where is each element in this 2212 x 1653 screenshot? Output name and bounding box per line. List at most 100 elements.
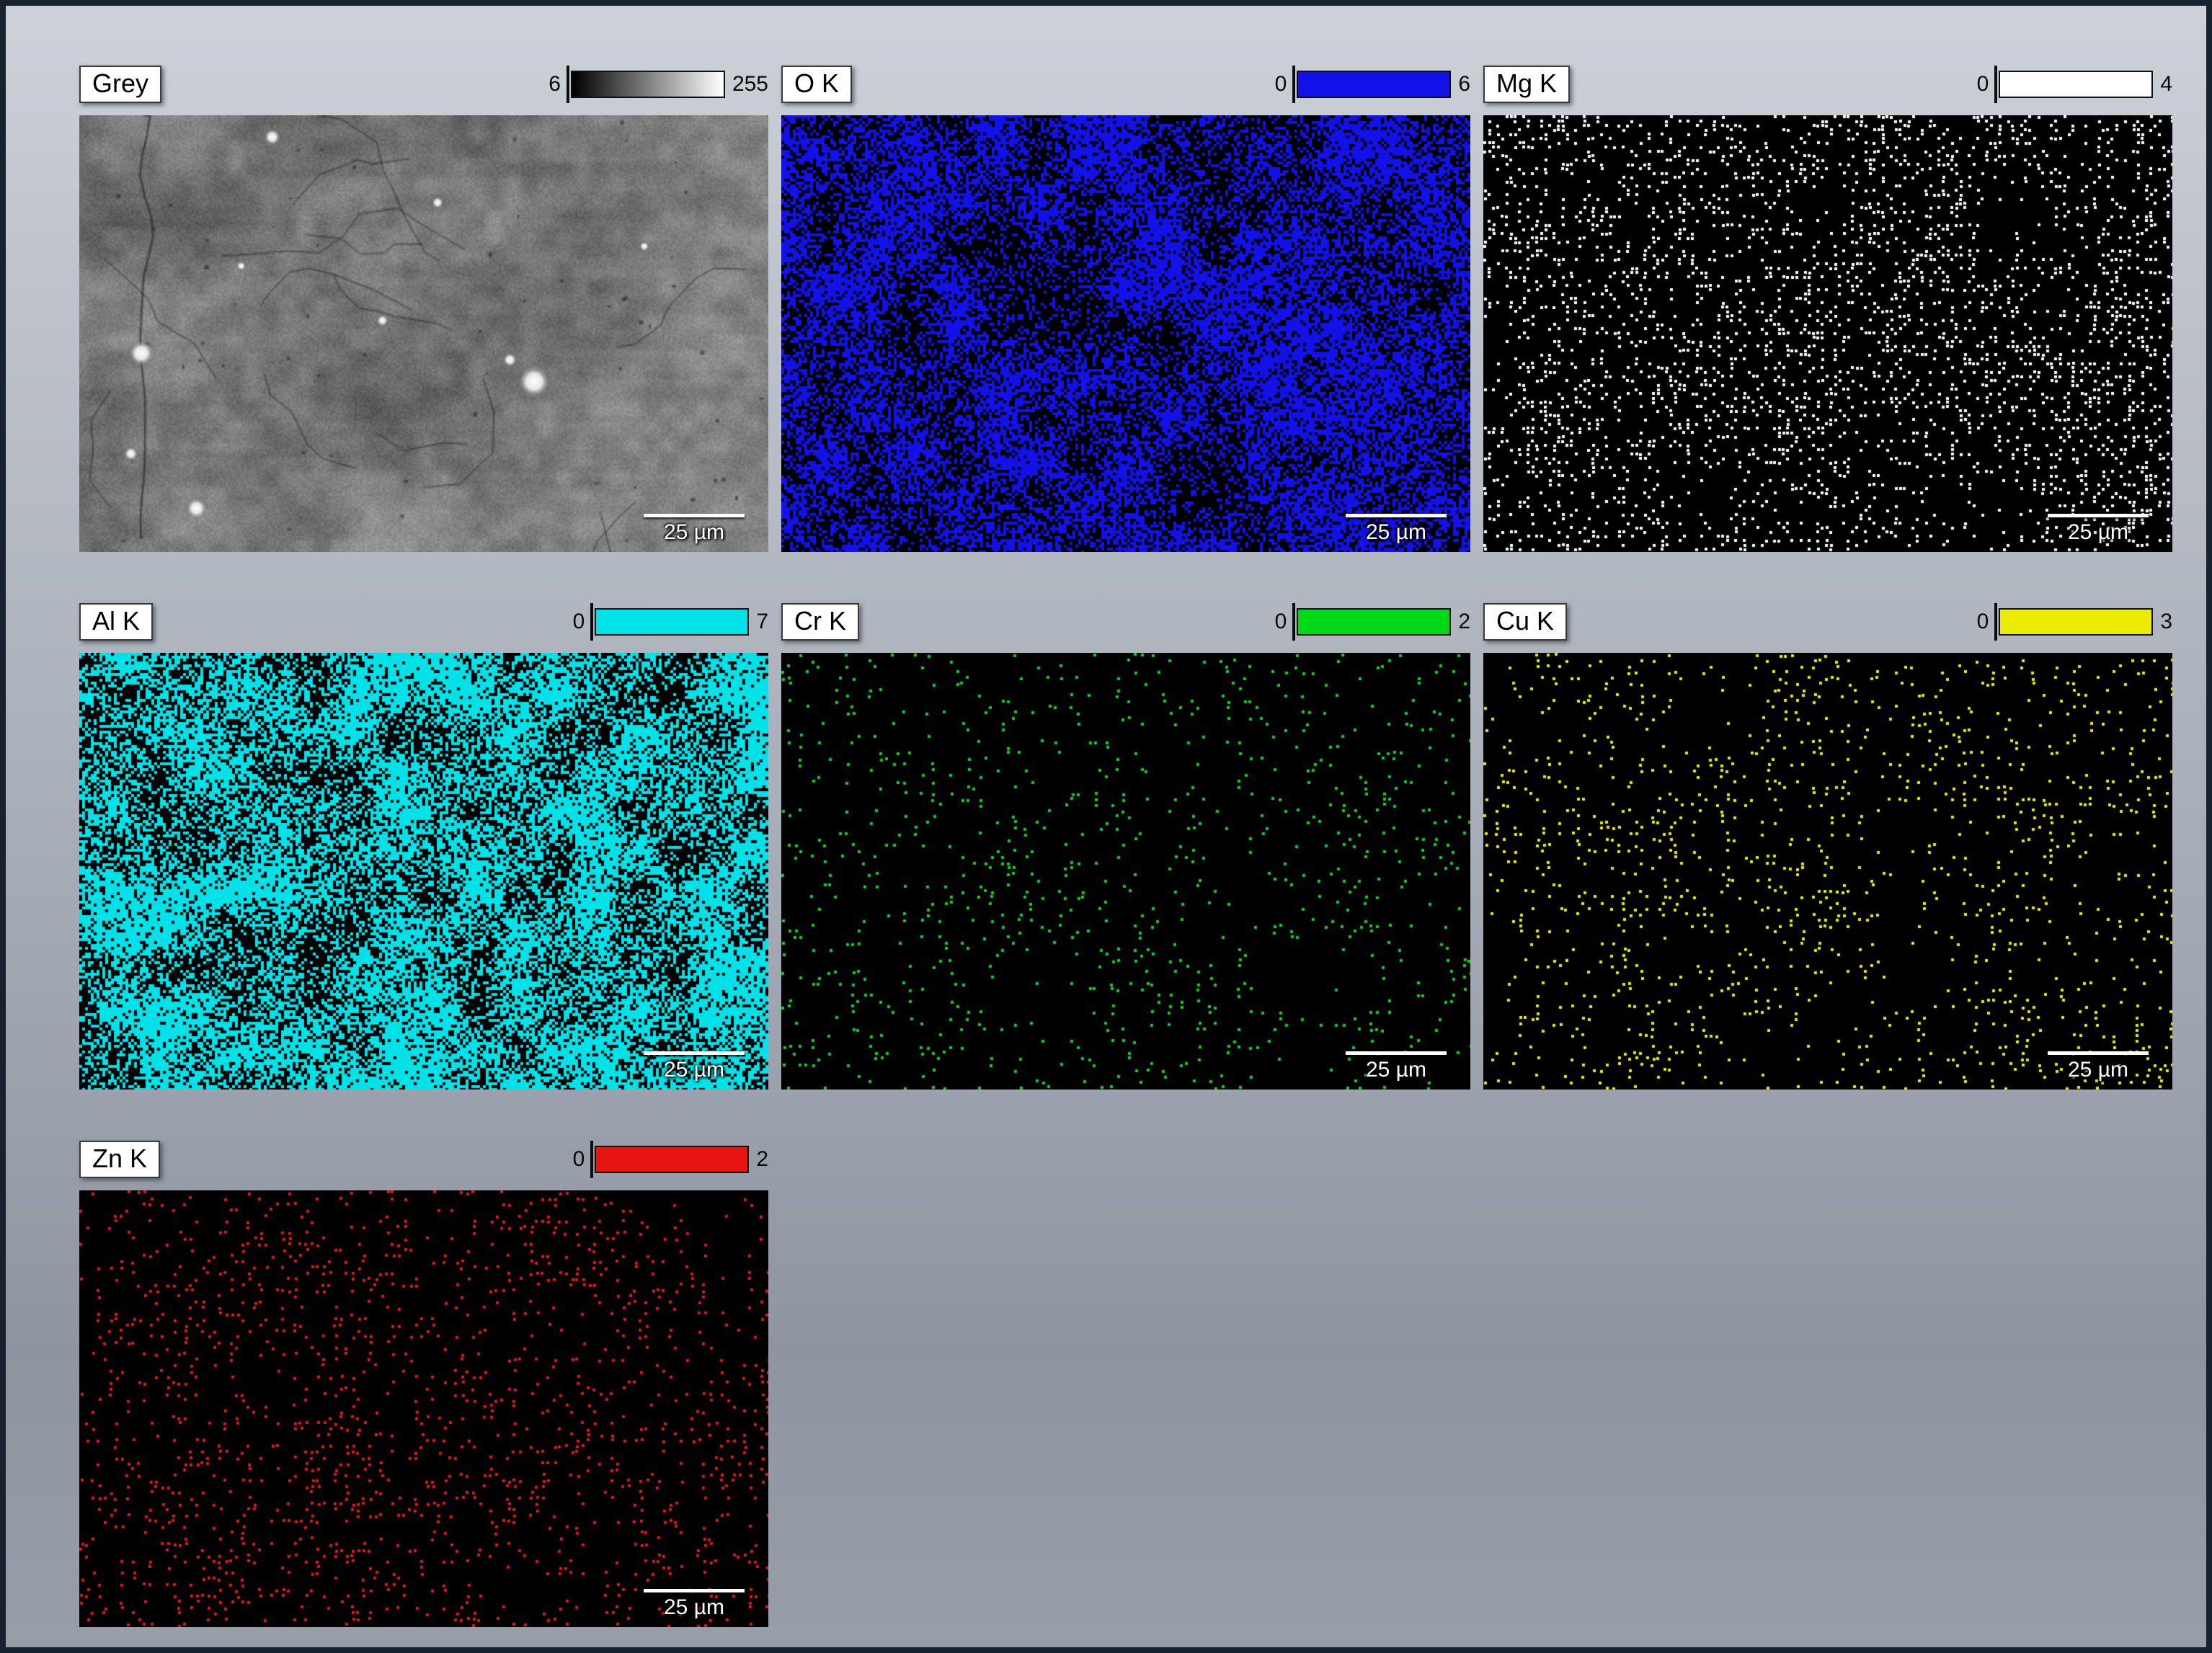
scalebar: 25 µm (1335, 1051, 1457, 1082)
map-area: 25 µm (781, 653, 1470, 1090)
colorbar-o-k (1297, 71, 1451, 98)
scalebar: 25 µm (1335, 514, 1457, 545)
map-canvas-cr-k (781, 653, 1470, 1090)
map-area: 25 µm (781, 115, 1470, 552)
colorbar-max-value: 7 (756, 610, 768, 634)
colorbar-tick (1994, 66, 1997, 103)
map-canvas-cu-k (1483, 653, 2172, 1090)
colorbar-tick (590, 1141, 593, 1178)
colorbar-group: 6 255 (548, 66, 768, 103)
colorbar-max-value: 255 (732, 72, 768, 97)
scalebar-label: 25 µm (664, 1595, 724, 1619)
scalebar-label: 25 µm (664, 1058, 724, 1082)
colorbar-tick (1292, 66, 1295, 103)
scalebar: 25 µm (2037, 514, 2159, 545)
scalebar-line (2048, 514, 2149, 517)
colorbar-min-value: 0 (1977, 72, 1989, 97)
panel-label-cr-k: Cr K (781, 603, 859, 640)
scalebar-label: 25 µm (664, 520, 724, 544)
panel-label-text: Mg K (1496, 68, 1557, 98)
scalebar-label: 25 µm (2068, 520, 2128, 544)
panel-label-o-k: O K (781, 66, 852, 102)
scalebar: 25 µm (2037, 1051, 2159, 1082)
map-area: 25 µm (1483, 653, 2172, 1090)
scalebar-line (644, 1051, 745, 1055)
scalebar-label: 25 µm (1366, 1058, 1426, 1082)
scalebar: 25 µm (633, 1589, 755, 1620)
colorbar-group: 0 2 (573, 1141, 768, 1178)
panel-header: Cu K 0 3 (1483, 602, 2172, 641)
scalebar-line (1346, 1051, 1447, 1055)
colorbar-zn-k (595, 1146, 749, 1173)
colorbar-grey (571, 71, 725, 98)
colorbar-min-value: 0 (573, 1147, 585, 1172)
colorbar-cu-k (1999, 608, 2153, 636)
panel-label-text: Cu K (1496, 606, 1554, 636)
panel-header: Mg K 0 4 (1483, 65, 2172, 104)
colorbar-group: 0 6 (1275, 66, 1470, 103)
panel-header: Cr K 0 2 (781, 602, 1470, 641)
map-canvas-mg-k (1483, 115, 2172, 552)
scalebar: 25 µm (633, 1051, 755, 1082)
map-canvas-o-k (781, 115, 1470, 552)
colorbar-group: 0 7 (573, 603, 768, 641)
panel-label-text: Zn K (92, 1144, 147, 1173)
scalebar-line (2048, 1051, 2149, 1055)
eds-map-report: Grey 6 255 25 µm O K 0 6 (0, 0, 2212, 1653)
colorbar-al-k (595, 608, 749, 636)
colorbar-group: 0 2 (1275, 603, 1470, 641)
colorbar-tick (1994, 603, 1997, 641)
panel-label-text: O K (794, 68, 839, 98)
map-panel-cr-k: Cr K 0 2 25 µm (781, 602, 1470, 1090)
panel-header: Grey 6 255 (79, 65, 768, 104)
colorbar-group: 0 4 (1977, 66, 2172, 103)
panel-header: O K 0 6 (781, 65, 1470, 104)
colorbar-max-value: 4 (2160, 72, 2172, 97)
scalebar-line (644, 1589, 745, 1592)
panel-label-cu-k: Cu K (1483, 603, 1567, 640)
colorbar-min-value: 0 (573, 610, 585, 634)
map-panel-grey: Grey 6 255 25 µm (79, 65, 768, 552)
scalebar-line (644, 514, 745, 517)
scalebar-line (1346, 514, 1447, 517)
map-panel-mg-k: Mg K 0 4 25 µm (1483, 65, 2172, 552)
colorbar-max-value: 6 (1458, 72, 1470, 97)
colorbar-cr-k (1297, 608, 1451, 636)
colorbar-max-value: 3 (2160, 610, 2172, 634)
map-canvas-zn-k (79, 1190, 768, 1627)
map-panel-o-k: O K 0 6 25 µm (781, 65, 1470, 552)
map-panel-cu-k: Cu K 0 3 25 µm (1483, 602, 2172, 1090)
map-area: 25 µm (79, 1190, 768, 1627)
map-area: 25 µm (79, 115, 768, 552)
map-canvas-al-k (79, 653, 768, 1090)
scalebar-label: 25 µm (2068, 1058, 2128, 1082)
map-panel-zn-k: Zn K 0 2 25 µm (79, 1140, 768, 1627)
colorbar-tick (1292, 603, 1295, 641)
colorbar-min-value: 0 (1275, 72, 1287, 97)
panel-label-al-k: Al K (79, 603, 153, 640)
panel-header: Zn K 0 2 (79, 1140, 768, 1179)
map-grid: Grey 6 255 25 µm O K 0 6 (79, 65, 2206, 1627)
scalebar-label: 25 µm (1366, 520, 1426, 544)
panel-label-text: Al K (92, 606, 140, 636)
map-panel-al-k: Al K 0 7 25 µm (79, 602, 768, 1090)
panel-label-zn-k: Zn K (79, 1141, 160, 1177)
panel-label-grey: Grey (79, 66, 161, 102)
panel-label-mg-k: Mg K (1483, 66, 1570, 102)
colorbar-min-value: 6 (548, 72, 561, 97)
colorbar-tick (590, 603, 593, 641)
colorbar-min-value: 0 (1275, 610, 1287, 634)
map-area: 25 µm (79, 653, 768, 1090)
scalebar: 25 µm (633, 514, 755, 545)
colorbar-tick (567, 66, 569, 103)
panel-label-text: Cr K (794, 606, 846, 636)
colorbar-max-value: 2 (1458, 610, 1470, 634)
panel-label-text: Grey (92, 68, 148, 98)
colorbar-min-value: 0 (1977, 610, 1989, 634)
colorbar-max-value: 2 (756, 1147, 768, 1172)
colorbar-mg-k (1999, 71, 2153, 98)
map-area: 25 µm (1483, 115, 2172, 552)
map-canvas-grey (79, 115, 768, 552)
panel-header: Al K 0 7 (79, 602, 768, 641)
colorbar-group: 0 3 (1977, 603, 2172, 641)
